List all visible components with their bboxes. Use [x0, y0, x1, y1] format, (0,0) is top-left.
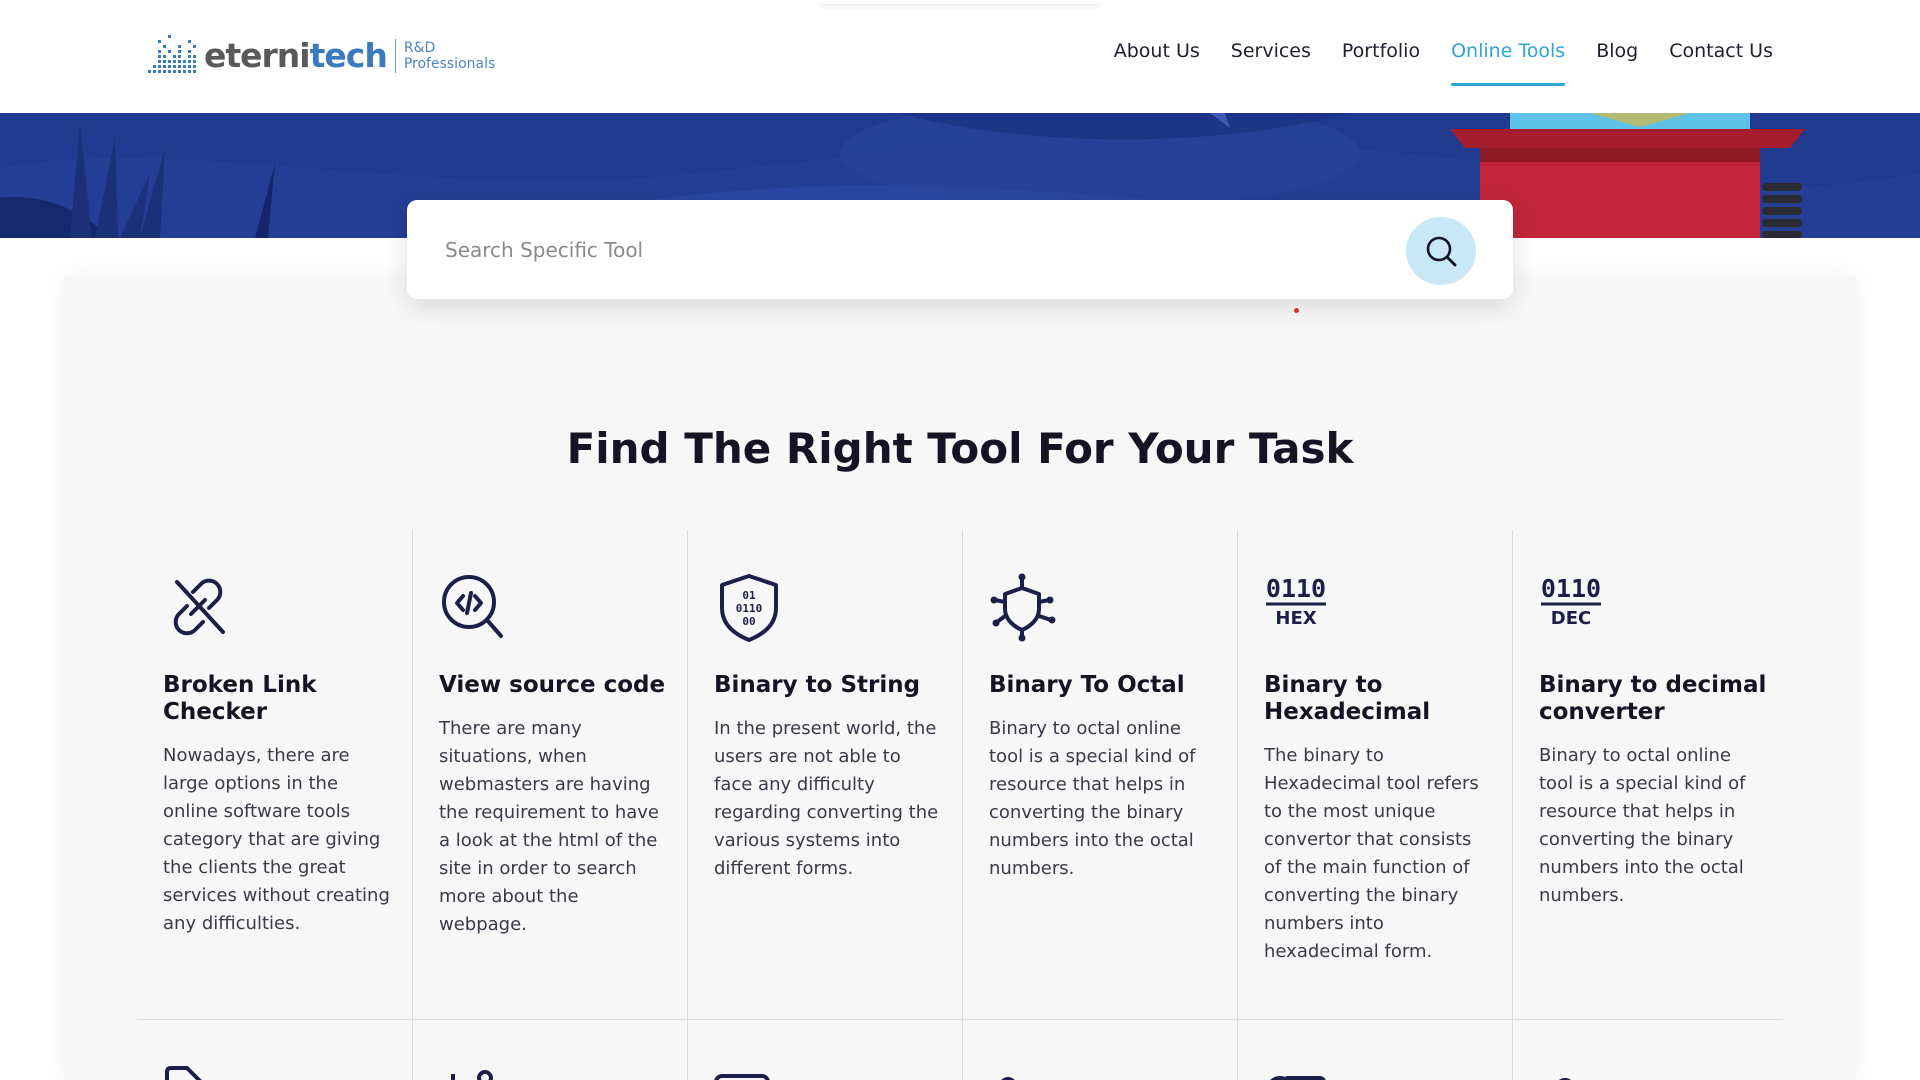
tool-title[interactable]: Binary To Octal	[989, 672, 1229, 699]
logo-tagline: R&D Professionals	[404, 40, 495, 72]
section-title: Find The Right Tool For Your Task	[566, 424, 1354, 473]
nav-about-us[interactable]: About Us	[1114, 40, 1200, 86]
tool-card[interactable]: 0110 DEC Binary to decimal converter Bin…	[1512, 530, 1787, 1019]
search-input[interactable]	[445, 200, 1385, 299]
tool-title[interactable]: Broken Link Checker	[163, 672, 403, 726]
icon-text-bottom: DEC	[1551, 608, 1591, 629]
search-bar	[407, 200, 1513, 299]
logo-word-part2: tech	[309, 36, 388, 75]
icon-text-top: 0110	[1541, 574, 1601, 603]
tool-description: There are many situations, when webmaste…	[439, 718, 660, 935]
binary-hex-icon: 0110 HEX	[1266, 574, 1326, 629]
tool-title[interactable]: View source code	[439, 672, 679, 699]
logo-word-part1: eterni	[204, 36, 311, 75]
nav-blog[interactable]: Blog	[1596, 40, 1638, 86]
tool-title[interactable]: Binary to Hexadecimal	[1264, 672, 1504, 726]
tag-icon	[165, 1066, 202, 1080]
tool-card[interactable]: 01 0110 00 Binary to String In the prese…	[687, 530, 962, 1019]
nav-portfolio[interactable]: Portfolio	[1342, 40, 1420, 86]
tool-title[interactable]: Binary to decimal converter	[1539, 672, 1779, 726]
binary-dec-icon: 0110 DEC	[1541, 574, 1601, 629]
tool-card[interactable]	[137, 1020, 412, 1080]
logo[interactable]: eternitech R&D Professionals	[146, 32, 495, 80]
url-icon	[1270, 1076, 1326, 1080]
tool-card[interactable]: 0110 HEX Binary to Hexadecimal The binar…	[1237, 530, 1512, 1019]
nav-online-tools[interactable]: Online Tools	[1451, 40, 1566, 86]
site-header: eternitech R&D Professionals About Us Se…	[0, 0, 1920, 113]
tool-card[interactable]	[1237, 1020, 1512, 1080]
tool-description: The binary to Hexadecimal tool refers to…	[1264, 745, 1479, 962]
tool-card[interactable]	[1512, 1020, 1787, 1080]
tool-description: In the present world, the users are not …	[714, 718, 939, 879]
location-icon	[1559, 1078, 1571, 1080]
tool-card[interactable]	[687, 1020, 962, 1080]
tool-card[interactable]: Broken Link Checker Nowadays, there are …	[137, 530, 412, 1019]
slider-icon	[451, 1070, 493, 1080]
svg-text:0110: 0110	[736, 602, 763, 615]
logo-mark-icon	[148, 35, 196, 73]
search-icon	[1426, 236, 1457, 267]
code-search-icon	[442, 575, 503, 638]
search-button[interactable]	[1406, 217, 1476, 285]
logo-wordmark: eternitech	[204, 32, 388, 80]
tool-card[interactable]	[412, 1020, 687, 1080]
tool-card[interactable]: View source code There are many situatio…	[412, 530, 687, 1019]
logo-separator	[394, 39, 396, 73]
tools-grid: Broken Link Checker Nowadays, there are …	[137, 530, 1783, 1080]
icon-text-bottom: HEX	[1275, 608, 1316, 629]
broken-link-icon	[173, 578, 225, 636]
tool-card[interactable]	[962, 1020, 1237, 1080]
icon-text-top: 0110	[1266, 574, 1326, 603]
binary-shield-icon: 01 0110 00	[720, 574, 778, 642]
nav-contact-us[interactable]: Contact Us	[1669, 40, 1773, 86]
keyboard-icon	[714, 1074, 770, 1080]
tool-description: Binary to octal online tool is a special…	[989, 718, 1196, 879]
tool-title[interactable]: Binary to String	[714, 672, 954, 699]
svg-text:00: 00	[742, 615, 755, 628]
lock-icon	[1001, 1077, 1015, 1080]
tool-description: Binary to octal online tool is a special…	[1539, 745, 1746, 906]
main-nav: About Us Services Portfolio Online Tools…	[1083, 40, 1773, 86]
logo-tagline-line1: R&D	[403, 40, 436, 56]
svg-text:01: 01	[742, 589, 756, 602]
tool-description: Nowadays, there are large options in the…	[163, 745, 390, 934]
shield-network-icon	[990, 573, 1056, 642]
decorative-dot	[1294, 308, 1299, 313]
logo-tagline-line2: Professionals	[403, 56, 496, 72]
nav-services[interactable]: Services	[1231, 40, 1311, 86]
top-tab	[820, 0, 1100, 4]
tool-card[interactable]: Binary To Octal Binary to octal online t…	[962, 530, 1237, 1019]
